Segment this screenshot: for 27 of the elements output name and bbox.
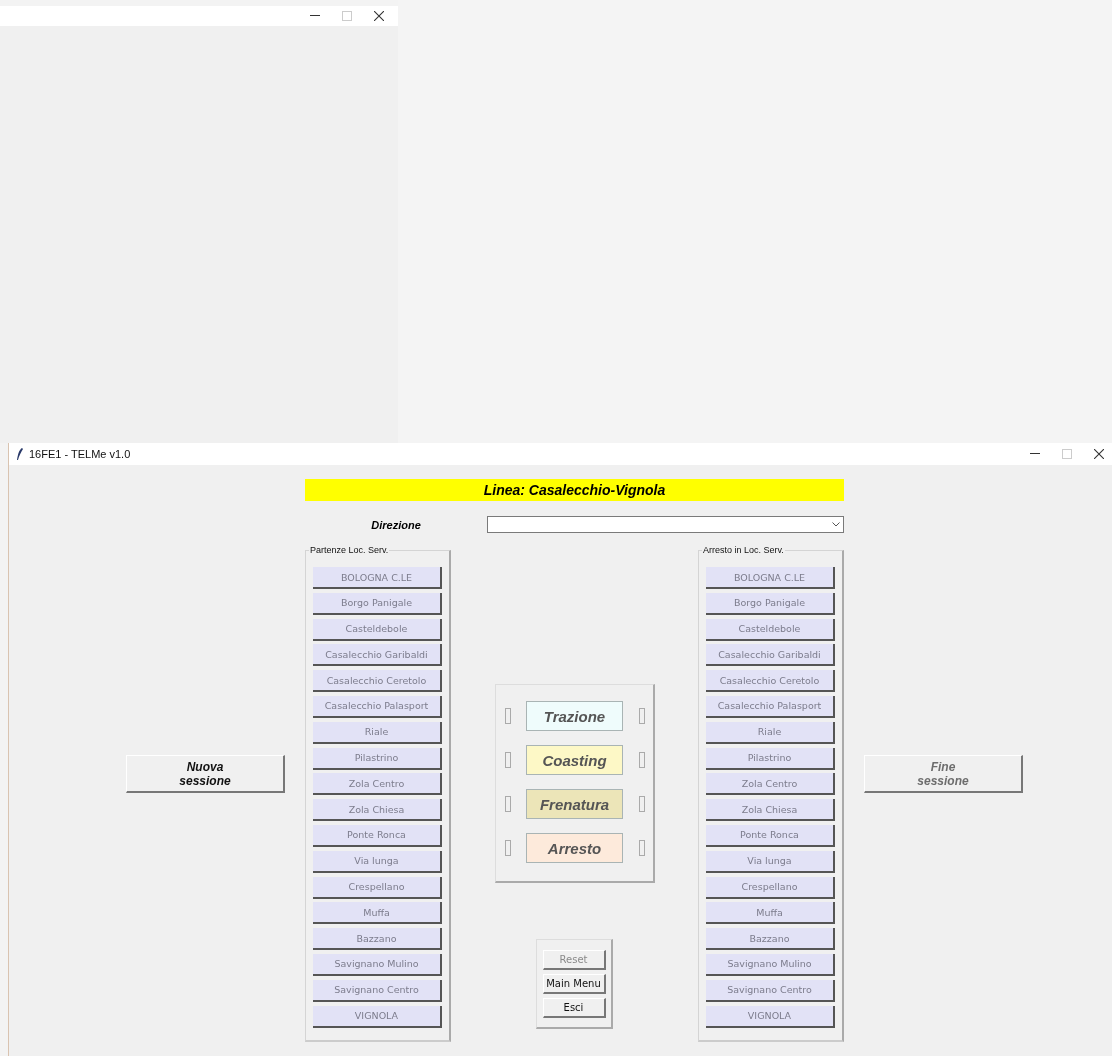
mode-label: Coasting: [526, 745, 623, 775]
mode-label: Trazione: [526, 701, 623, 731]
line-banner: Linea: Casalecchio-Vignola: [305, 479, 844, 501]
minimize-icon[interactable]: [1030, 453, 1040, 455]
feather-icon: [17, 448, 23, 460]
direction-dropdown[interactable]: [487, 516, 844, 533]
indicator-icon: [504, 752, 511, 768]
chevron-down-icon: [832, 522, 840, 527]
panel-title: Arresto in Loc. Serv.: [702, 545, 785, 555]
direction-label: Direzione: [370, 518, 422, 531]
session-button[interactable]: Nuova sessione: [126, 755, 285, 793]
control-button[interactable]: Esci: [542, 998, 606, 1018]
indicator-icon: [638, 796, 645, 812]
control-button[interactable]: Main Menu: [542, 974, 606, 994]
mode-label: Arresto: [526, 833, 623, 863]
indicator-icon: [504, 708, 511, 724]
indicator-icon: [504, 796, 511, 812]
minimize-icon[interactable]: [310, 15, 320, 17]
close-icon[interactable]: [374, 11, 384, 21]
indicator-icon: [504, 840, 511, 856]
panel-title: Partenze Loc. Serv.: [309, 545, 390, 555]
mode-label: Frenatura: [526, 789, 623, 819]
close-icon[interactable]: [1094, 449, 1104, 459]
indicator-icon: [638, 840, 645, 856]
indicator-icon: [638, 708, 645, 724]
indicator-icon: [638, 752, 645, 768]
window-title: 16FE1 - TELMe v1.0: [29, 448, 131, 460]
